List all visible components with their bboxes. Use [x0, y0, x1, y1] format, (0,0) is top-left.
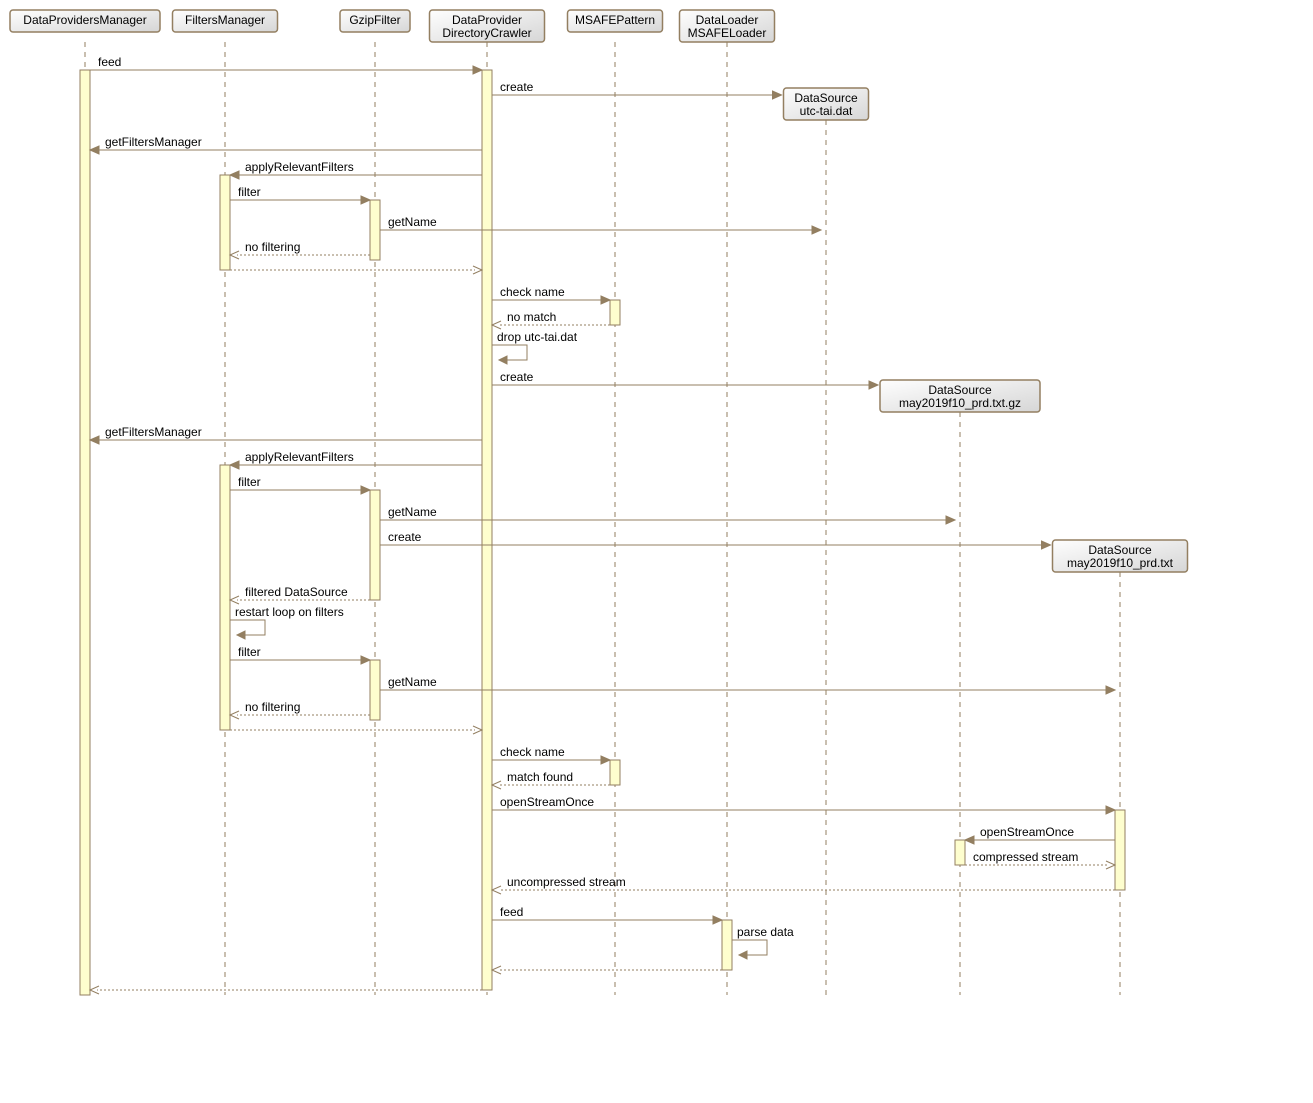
message-label: no match: [507, 310, 556, 324]
self-message: [230, 620, 265, 635]
activation-bar: [482, 70, 492, 990]
participant-label: DataSource: [928, 383, 992, 397]
participant-label: utc-tai.dat: [800, 104, 853, 118]
activation-bar: [722, 920, 732, 970]
message-label: restart loop on filters: [235, 605, 344, 619]
message-label: applyRelevantFilters: [245, 160, 354, 174]
participant-label: DataProvider: [452, 13, 522, 27]
message-label: create: [500, 80, 534, 94]
message-label: feed: [98, 55, 121, 69]
participant-label: DataProvidersManager: [23, 13, 146, 27]
message-label: match found: [507, 770, 573, 784]
message-label: getName: [388, 215, 437, 229]
activation-bar: [610, 760, 620, 785]
participant-label: may2019f10_prd.txt: [1067, 556, 1174, 570]
message-label: getFiltersManager: [105, 425, 202, 439]
activation-bar: [220, 175, 230, 270]
message-label: filtered DataSource: [245, 585, 348, 599]
activation-bar: [955, 840, 965, 865]
self-message: [732, 940, 767, 955]
activation-bar: [80, 70, 90, 995]
message-label: openStreamOnce: [500, 795, 594, 809]
participant-label: MSAFELoader: [688, 26, 767, 40]
participant-label: DataSource: [794, 91, 858, 105]
participant-label: MSAFEPattern: [575, 13, 655, 27]
participant-label: GzipFilter: [349, 13, 400, 27]
message-label: getName: [388, 505, 437, 519]
message-label: parse data: [737, 925, 794, 939]
activation-bar: [370, 200, 380, 260]
message-label: check name: [500, 745, 565, 759]
message-label: no filtering: [245, 240, 300, 254]
message-label: create: [388, 530, 422, 544]
activation-bar: [370, 490, 380, 600]
sequence-diagram: DataProvidersManager FiltersManager GzipFi…: [0, 0, 1213, 1003]
message-label: filter: [238, 475, 261, 489]
participant-label: DirectoryCrawler: [442, 26, 531, 40]
activation-bar: [370, 660, 380, 720]
message-label: feed: [500, 905, 523, 919]
message-label: openStreamOnce: [980, 825, 1074, 839]
message-label: getName: [388, 675, 437, 689]
message-label: filter: [238, 645, 261, 659]
message-label: create: [500, 370, 534, 384]
message-label: uncompressed stream: [507, 875, 626, 889]
message-label: check name: [500, 285, 565, 299]
activation-bar: [610, 300, 620, 325]
message-label: drop utc-tai.dat: [497, 330, 578, 344]
message-label: filter: [238, 185, 261, 199]
message-label: no filtering: [245, 700, 300, 714]
message-label: getFiltersManager: [105, 135, 202, 149]
message-label: compressed stream: [973, 850, 1078, 864]
participant-label: FiltersManager: [185, 13, 265, 27]
activation-bar: [220, 465, 230, 730]
activation-bar: [1115, 810, 1125, 890]
message-label: applyRelevantFilters: [245, 450, 354, 464]
participant-label: may2019f10_prd.txt.gz: [899, 396, 1021, 410]
participant-label: DataSource: [1088, 543, 1152, 557]
participant-label: DataLoader: [696, 13, 759, 27]
self-message: [492, 345, 527, 360]
